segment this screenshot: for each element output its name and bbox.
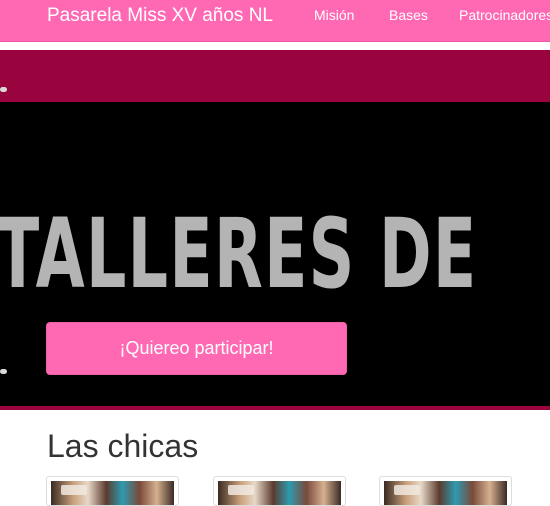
girl-thumbnail[interactable] <box>46 476 179 506</box>
girl-thumbnail[interactable] <box>213 476 346 506</box>
slide-headline: TALLERES DE <box>0 198 478 310</box>
nav-link-patrocinadores[interactable]: Patrocinadores <box>459 7 550 23</box>
thumbnail-image <box>51 481 174 505</box>
girl-thumbnail[interactable] <box>379 476 512 506</box>
thumbnail-image <box>384 481 507 505</box>
thumbnail-image <box>218 481 341 505</box>
participate-button[interactable]: ¡Quiereo participar! <box>46 322 347 375</box>
brand-link[interactable]: Pasarela Miss XV años NL <box>47 5 273 27</box>
nav-link-mision[interactable]: Misión <box>314 7 354 23</box>
top-navbar: Pasarela Miss XV años NL Misión Bases Pa… <box>0 0 550 42</box>
carousel-indicator-top[interactable] <box>0 87 7 92</box>
section-title: Las chicas <box>47 428 199 464</box>
nav-link-bases[interactable]: Bases <box>389 7 428 23</box>
carousel-indicator-bottom[interactable] <box>0 369 7 374</box>
